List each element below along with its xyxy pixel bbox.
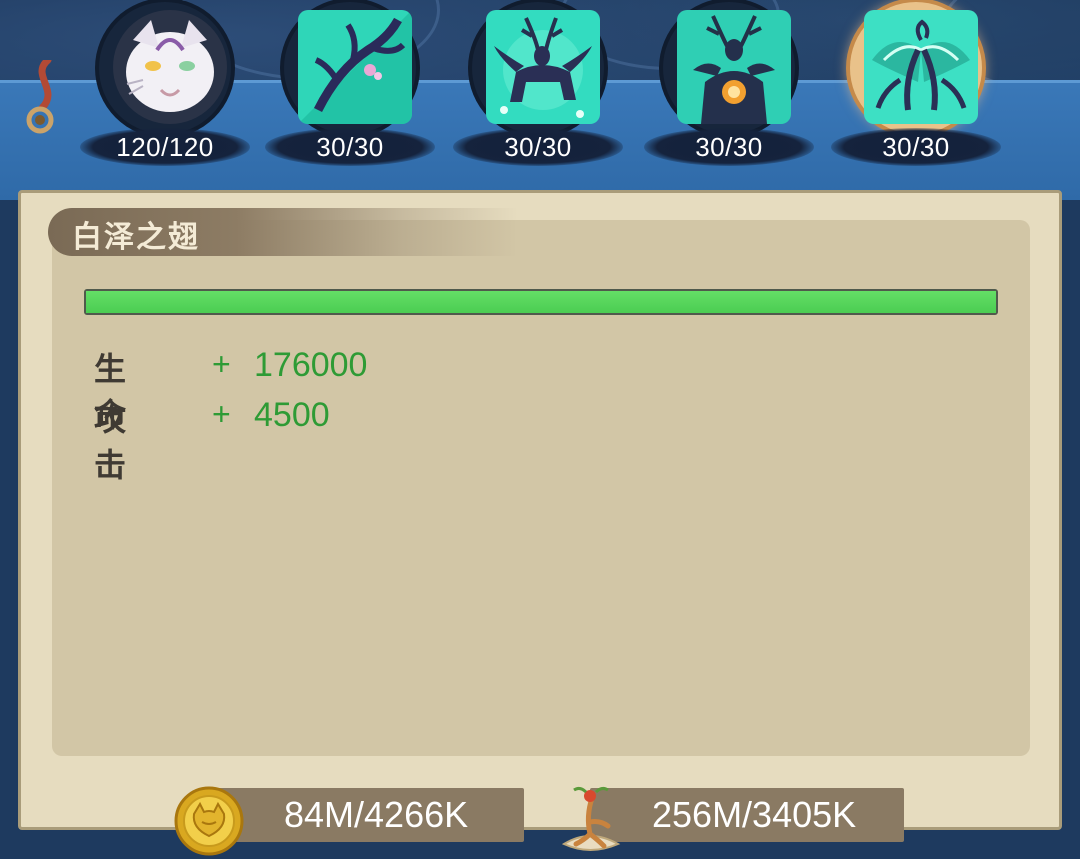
antler-branch-icon: [298, 10, 412, 124]
avatar-count: 120/120: [116, 132, 214, 162]
gold-coin-icon[interactable]: [172, 784, 246, 858]
avatar-count: 30/30: [695, 132, 763, 162]
stat-value: 176000: [254, 346, 368, 384]
avatar-row: 120/120 30/30 30/30 30/30 30/30: [0, 0, 1080, 175]
deer-orb-icon: [677, 10, 791, 124]
avatar-slot-5[interactable]: 30/30: [831, 0, 1001, 170]
avatar-slot-2[interactable]: 30/30: [265, 0, 435, 170]
avatar-count: 30/30: [504, 132, 572, 162]
progress-fill: [86, 291, 996, 313]
avatar-slot-1[interactable]: 120/120: [80, 0, 250, 170]
avatar-count: 30/30: [882, 132, 950, 162]
gold-amount: 84M/4266K: [284, 794, 469, 835]
avatar-count: 30/30: [316, 132, 384, 162]
stat-plus: +: [212, 396, 231, 432]
avatar-slot-3[interactable]: 30/30: [453, 0, 623, 170]
progress-bar: [84, 289, 998, 315]
white-fox-beast-icon: [113, 10, 227, 124]
avatar-slot-4[interactable]: 30/30: [644, 0, 814, 170]
ginseng-herb-icon[interactable]: [556, 782, 626, 856]
stat-label: 攻击: [94, 400, 127, 484]
stat-value: 4500: [254, 396, 330, 434]
herb-amount: 256M/3405K: [652, 794, 857, 835]
deer-silhouette-icon: [486, 10, 600, 124]
stat-plus: +: [212, 346, 231, 382]
panel-title: 白泽之翅: [72, 220, 200, 255]
jade-wings-icon: [864, 10, 978, 124]
